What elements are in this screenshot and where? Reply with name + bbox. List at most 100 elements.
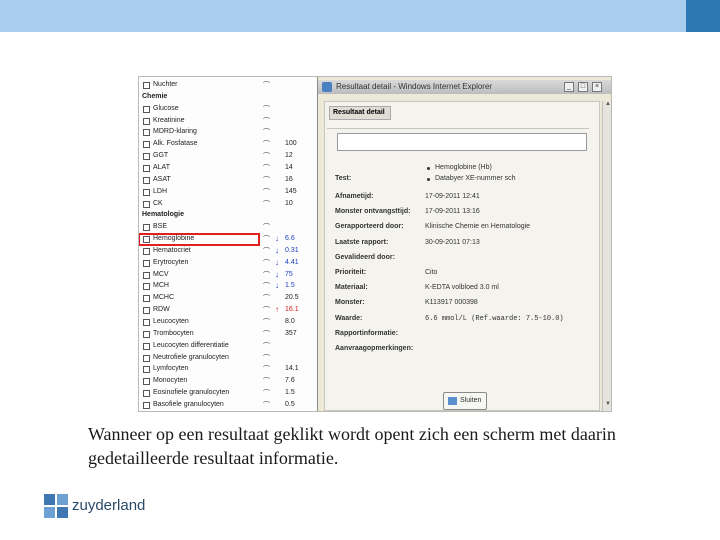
list-item[interactable]: BSE ⌒	[139, 222, 317, 233]
list-item[interactable]: Leucocyten ⌒ 8.0	[139, 317, 317, 328]
detail-value: Klinische Chemie en Hematologie	[425, 223, 531, 231]
list-item[interactable]: Basofiele granulocyten ⌒ 0.5	[139, 400, 317, 411]
detail-label: Aanvraagopmerkingen:	[335, 345, 414, 352]
list-item[interactable]: Hemoglobine ⌒ ↓ 6.6	[139, 233, 295, 247]
row-checkbox[interactable]	[143, 366, 150, 374]
row-checkbox[interactable]	[143, 401, 150, 409]
row-checkbox[interactable]	[143, 295, 150, 303]
list-item[interactable]: ALAT ⌒ 14	[139, 163, 317, 174]
graph-icon[interactable]: ⌒	[263, 376, 270, 386]
close-icon[interactable]: ×	[592, 82, 602, 92]
graph-icon[interactable]: ⌒	[263, 293, 270, 303]
list-item[interactable]: RDW ⌒ ↑ 16.1	[139, 305, 317, 316]
graph-icon[interactable]: ⌒	[263, 341, 270, 351]
list-item[interactable]: Kreatinine ⌒	[139, 116, 317, 127]
graph-icon[interactable]: ⌒	[263, 104, 270, 114]
list-item[interactable]: Glucose ⌒	[139, 104, 317, 115]
list-item[interactable]: LDH ⌒ 145	[139, 187, 317, 198]
row-checkbox[interactable]	[143, 259, 150, 267]
vertical-scrollbar[interactable]: ▲ ▼	[602, 101, 611, 411]
test-value: 100	[285, 140, 297, 148]
test-name: ALAT	[153, 163, 170, 171]
list-item[interactable]: Neutrofiele granulocyten ⌒	[139, 353, 317, 364]
graph-icon[interactable]: ⌒	[263, 270, 270, 280]
test-name: MCV	[153, 270, 169, 278]
row-checkbox[interactable]	[143, 271, 150, 279]
list-item[interactable]: MCH ⌒ ↓ 1.5	[139, 281, 317, 292]
detail-value: K-EDTA volbloed 3.0 ml	[425, 284, 499, 292]
list-item[interactable]: Hematocriet ⌒ ↓ 0.31	[139, 246, 317, 257]
row-checkbox[interactable]	[143, 224, 150, 232]
graph-icon[interactable]: ⌒	[263, 175, 270, 185]
browser-icon	[322, 82, 332, 92]
row-checkbox[interactable]	[143, 141, 150, 149]
graph-icon[interactable]: ⌒	[263, 317, 270, 327]
detail-text-field[interactable]	[337, 133, 587, 151]
bullet-icon	[427, 167, 430, 170]
graph-icon[interactable]: ⌒	[263, 353, 270, 363]
close-button[interactable]: Sluiten	[443, 392, 487, 410]
window-title: Resultaat detail - Windows Internet Expl…	[336, 82, 493, 91]
detail-label: Materiaal:	[335, 284, 368, 292]
list-item[interactable]: CK ⌒ 10	[139, 199, 317, 210]
list-item[interactable]: Trombocyten ⌒ 357	[139, 329, 317, 340]
row-checkbox[interactable]	[143, 378, 150, 386]
graph-icon[interactable]: ⌒	[263, 329, 270, 339]
row-checkbox[interactable]	[143, 354, 150, 362]
list-item[interactable]: Nuchter ⌒	[139, 80, 317, 91]
graph-icon[interactable]: ⌒	[263, 163, 270, 173]
graph-icon[interactable]: ⌒	[263, 127, 270, 137]
row-checkbox[interactable]	[143, 176, 150, 184]
graph-icon[interactable]: ⌒	[263, 151, 270, 161]
row-checkbox[interactable]	[143, 188, 150, 196]
list-item[interactable]: MCV ⌒ ↓ 75	[139, 270, 317, 281]
list-item[interactable]: Monocyten ⌒ 7.6	[139, 376, 317, 387]
list-item[interactable]: Eosinofiele granulocyten ⌒ 1.5	[139, 388, 317, 399]
list-item[interactable]: MCHC ⌒ 20.5	[139, 293, 317, 304]
list-item[interactable]: Lymfocyten ⌒ 14.1	[139, 364, 317, 375]
row-checkbox[interactable]	[143, 236, 150, 244]
row-checkbox[interactable]	[143, 82, 150, 89]
maximize-icon[interactable]: □	[578, 82, 588, 92]
row-checkbox[interactable]	[143, 247, 150, 255]
detail-value: 30-09-2011 07:13	[425, 238, 480, 246]
header-corner-block	[686, 0, 720, 32]
scroll-up-icon[interactable]: ▲	[604, 101, 611, 109]
row-checkbox[interactable]	[143, 164, 150, 172]
scroll-down-icon[interactable]: ▼	[604, 401, 611, 409]
row-checkbox[interactable]	[143, 117, 150, 125]
row-checkbox[interactable]	[143, 307, 150, 315]
graph-icon[interactable]: ⌒	[263, 222, 270, 232]
row-checkbox[interactable]	[143, 283, 150, 291]
row-checkbox[interactable]	[143, 200, 150, 208]
row-checkbox[interactable]	[143, 105, 150, 113]
row-checkbox[interactable]	[143, 390, 150, 398]
graph-icon[interactable]: ⌒	[263, 199, 270, 209]
list-item[interactable]: Leucocyten differentiatie ⌒	[139, 341, 317, 352]
graph-icon[interactable]: ⌒	[263, 364, 270, 374]
list-item[interactable]: MDRD-klaring ⌒	[139, 127, 317, 138]
graph-icon[interactable]: ⌒	[263, 139, 270, 149]
graph-icon[interactable]: ⌒	[263, 281, 270, 291]
list-item[interactable]: Alk. Fosfatase ⌒ 100	[139, 139, 317, 150]
list-item[interactable]: Erytrocyten ⌒ ↓ 4.41	[139, 258, 317, 269]
list-item[interactable]: ASAT ⌒ 16	[139, 175, 317, 186]
detail-label: Monster:	[335, 299, 365, 307]
graph-icon[interactable]: ⌒	[263, 258, 270, 268]
window-titlebar[interactable]: Resultaat detail - Windows Internet Expl…	[318, 80, 611, 94]
row-checkbox[interactable]	[143, 330, 150, 338]
minimize-icon[interactable]: _	[564, 82, 574, 92]
graph-icon[interactable]: ⌒	[263, 80, 270, 90]
graph-icon[interactable]: ⌒	[263, 116, 270, 126]
row-checkbox[interactable]	[143, 153, 150, 161]
row-checkbox[interactable]	[143, 129, 150, 137]
row-checkbox[interactable]	[143, 319, 150, 326]
row-checkbox[interactable]	[143, 342, 150, 350]
graph-icon[interactable]: ⌒	[263, 400, 270, 410]
graph-icon[interactable]: ⌒	[263, 388, 270, 398]
list-item[interactable]: GGT ⌒ 12	[139, 151, 317, 162]
graph-icon[interactable]: ⌒	[263, 305, 270, 315]
graph-icon[interactable]: ⌒	[263, 187, 270, 197]
graph-icon[interactable]: ⌒	[263, 234, 270, 244]
graph-icon[interactable]: ⌒	[263, 246, 270, 256]
